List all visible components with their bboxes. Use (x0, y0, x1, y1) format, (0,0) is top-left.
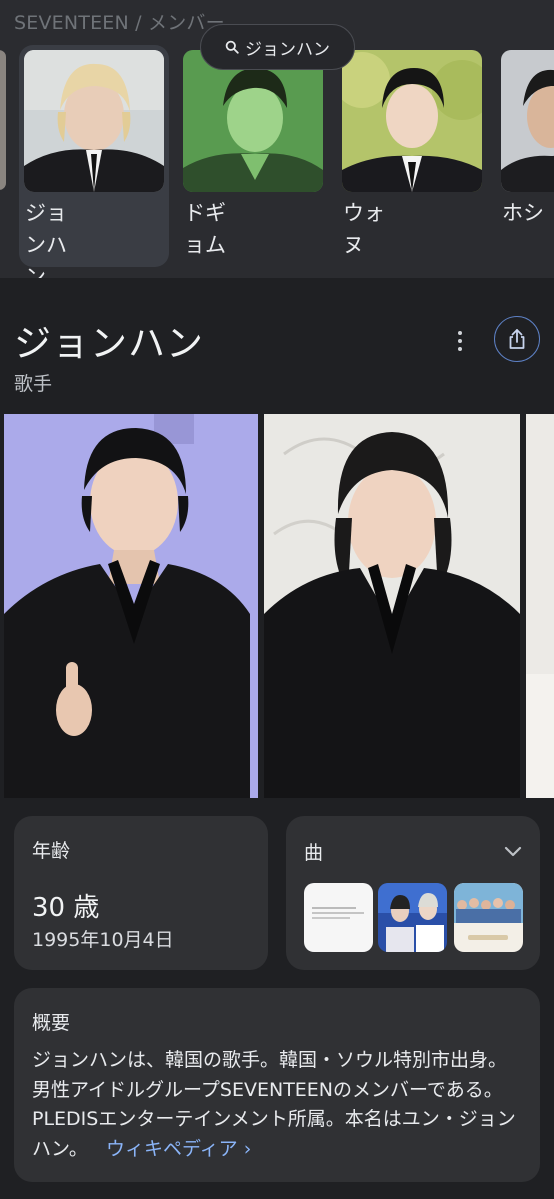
search-chip[interactable]: ジョンハン (200, 24, 355, 70)
search-icon (225, 40, 239, 54)
member-card-jeonghan[interactable]: ジョンハン (19, 45, 169, 278)
member-card-dokyeom[interactable]: ドギョム (178, 45, 328, 267)
member-name: ホシ (502, 201, 544, 225)
image-gallery (0, 414, 554, 798)
gallery-image-1[interactable] (4, 414, 258, 798)
member-name: ドギョム (184, 201, 226, 257)
song-thumbnail-1[interactable] (304, 883, 373, 952)
birthdate: 1995年10月4日 (32, 929, 174, 951)
wikipedia-link-label: ウィキペディア (106, 1137, 238, 1160)
summary-label: 概要 (32, 1012, 71, 1034)
song-thumbnail-2[interactable] (378, 883, 447, 952)
member-photo (342, 50, 482, 192)
entity-subtitle: 歌手 (14, 373, 53, 395)
member-photo (24, 50, 164, 192)
songs-label: 曲 (304, 842, 324, 864)
member-name: ウォヌ (343, 201, 385, 257)
chevron-down-icon[interactable] (502, 840, 524, 862)
summary-card: 概要 ジョンハンは、韓国の歌手。韓国・ソウル特別市出身。男性アイドルグループSE… (14, 988, 540, 1182)
search-chip-label: ジョンハン (245, 39, 330, 60)
wikipedia-link[interactable]: ウィキペディア › (94, 1138, 251, 1160)
entity-title: ジョンハン (14, 322, 204, 365)
share-button[interactable] (494, 316, 540, 362)
member-photo (183, 50, 323, 192)
more-options-icon[interactable] (447, 325, 473, 357)
gallery-image-2[interactable] (264, 414, 520, 798)
member-card-partial-left[interactable] (0, 50, 6, 190)
share-icon (509, 329, 525, 349)
member-carousel: SEVENTEEN / メンバー ジョンハン ドギョム ウォヌ ホシ ジョンハン (0, 0, 554, 278)
age-card[interactable]: 年齢 30 歳 1995年10月4日 (14, 816, 268, 970)
summary-text: ジョンハンは、韓国の歌手。韓国・ソウル特別市出身。男性アイドルグループSEVEN… (32, 1046, 518, 1164)
song-thumbnail-3[interactable] (454, 883, 523, 952)
songs-card[interactable]: 曲 (286, 816, 540, 970)
member-card-hoshi[interactable]: ホシ (496, 45, 554, 267)
breadcrumb[interactable]: SEVENTEEN / メンバー (14, 8, 225, 35)
member-name: ジョンハン (25, 201, 67, 278)
age-label: 年齢 (32, 840, 71, 862)
member-photo (501, 50, 554, 192)
gallery-image-3[interactable] (526, 414, 554, 798)
member-card-wonwoo[interactable]: ウォヌ (337, 45, 487, 267)
age-value: 30 歳 (32, 893, 100, 923)
